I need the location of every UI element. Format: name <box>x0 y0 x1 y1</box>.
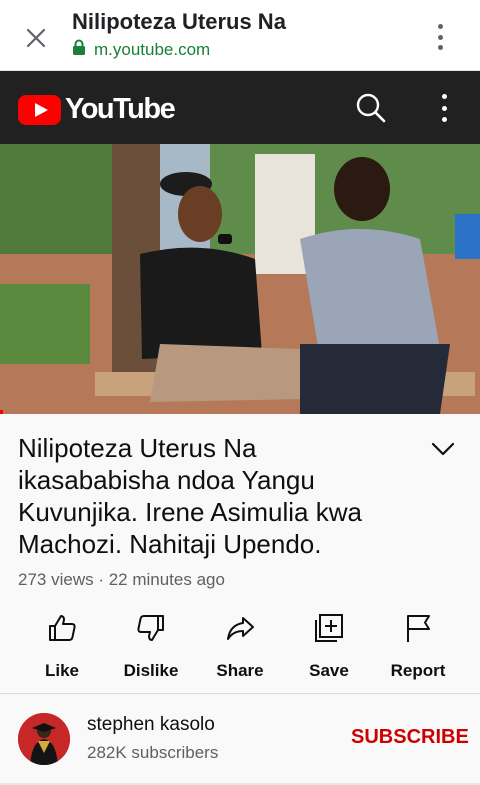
url-bar[interactable]: m.youtube.com <box>72 39 210 61</box>
dislike-label: Dislike <box>123 661 179 680</box>
youtube-logo[interactable]: YouTube <box>18 93 176 126</box>
more-vert-icon[interactable] <box>428 22 452 52</box>
action-bar: Like Dislike Share Save Report <box>0 612 480 682</box>
add-to-playlist-icon <box>313 612 345 649</box>
avatar[interactable] <box>18 713 70 765</box>
thumbs-up-icon <box>46 612 78 649</box>
report-label: Report <box>390 661 446 680</box>
video-title-line: Machozi. Nahitaji Upendo. <box>18 529 322 559</box>
report-button[interactable]: Report <box>373 612 463 682</box>
browser-toolbar: Nilipoteza Uterus Na m.youtube.com <box>0 0 480 71</box>
youtube-more-vert-icon[interactable] <box>436 94 452 122</box>
save-label: Save <box>309 661 349 680</box>
close-icon[interactable] <box>22 24 50 52</box>
youtube-logo-text: YouTube <box>65 93 176 125</box>
share-button[interactable]: Share <box>195 612 285 682</box>
youtube-play-icon <box>18 94 61 125</box>
video-title-line: Kuvunjika. Irene Asimulia kwa <box>18 497 362 527</box>
url-text: m.youtube.com <box>94 40 211 59</box>
video-meta: 273 views · 22 minutes ago <box>18 570 225 589</box>
video-player[interactable] <box>0 144 480 414</box>
channel-name[interactable]: stephen kasolo <box>87 714 215 736</box>
video-title-line: ikasababisha ndoa Yangu <box>18 465 315 495</box>
page-title: Nilipoteza Uterus Na <box>72 9 286 34</box>
thumbs-down-icon <box>135 612 167 649</box>
save-button[interactable]: Save <box>284 612 374 682</box>
like-label: Like <box>44 661 80 680</box>
search-icon[interactable] <box>355 92 387 124</box>
video-frame <box>0 144 480 414</box>
youtube-header: YouTube <box>0 71 480 144</box>
video-title-line: Nilipoteza Uterus Na <box>18 433 257 463</box>
subscriber-count: 282K subscribers <box>87 743 219 762</box>
subscribe-button[interactable]: SUBSCRIBE <box>351 726 469 749</box>
like-button[interactable]: Like <box>17 612 107 682</box>
share-icon <box>224 612 256 649</box>
share-label: Share <box>216 661 264 680</box>
lock-icon <box>72 39 86 61</box>
video-title: Nilipoteza Uterus Na ikasababisha ndoa Y… <box>18 432 418 560</box>
flag-icon <box>402 612 434 649</box>
chevron-down-icon[interactable] <box>430 438 456 460</box>
dislike-button[interactable]: Dislike <box>106 612 196 682</box>
